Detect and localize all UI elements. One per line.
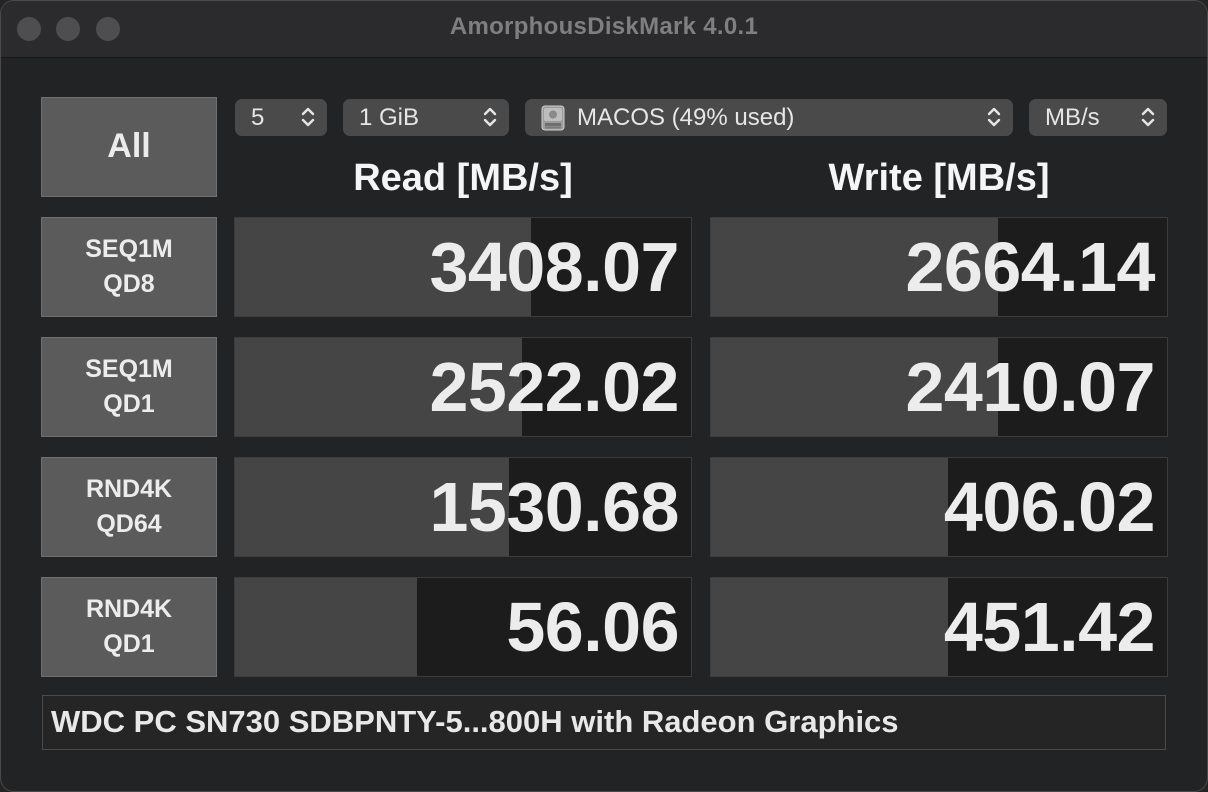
chevron-updown-icon: [987, 107, 1001, 127]
app-window: AmorphousDiskMark 4.0.1 All 5 1 GiB MACO…: [0, 0, 1208, 792]
write-result-cell: 2664.14: [710, 217, 1168, 317]
read-level-bar: [235, 578, 418, 676]
chevron-updown-icon: [301, 107, 315, 127]
read-result-cell: 2522.02: [234, 337, 692, 437]
write-value: 2410.07: [905, 348, 1155, 426]
read-value: 3408.07: [429, 228, 679, 306]
test-count-select[interactable]: 5: [235, 99, 327, 136]
test-label-line2: QD1: [103, 390, 155, 418]
write-level-bar: [711, 458, 949, 556]
test-size-select[interactable]: 1 GiB: [343, 99, 509, 136]
test-label-line2: QD8: [103, 270, 155, 298]
write-result-cell: 2410.07: [710, 337, 1168, 437]
write-value: 406.02: [943, 468, 1156, 546]
test-label-line1: RND4K: [85, 475, 173, 503]
write-value: 451.42: [943, 588, 1156, 666]
write-level-bar: [711, 578, 949, 676]
test-label-line1: RND4K: [85, 595, 173, 623]
drive-select[interactable]: MACOS (49% used): [525, 99, 1013, 136]
unit-value: MB/s: [1045, 103, 1100, 131]
test-label-line2: QD1: [103, 630, 155, 658]
test-label-line2: QD64: [96, 510, 162, 538]
hard-disk-icon: [541, 105, 565, 130]
read-value: 56.06: [506, 588, 679, 666]
run-all-label: All: [107, 127, 151, 166]
read-result-cell: 3408.07: [234, 217, 692, 317]
test-size-value: 1 GiB: [359, 103, 420, 131]
write-header: Write [MB/s]: [828, 157, 1050, 199]
chevron-updown-icon: [1141, 107, 1155, 127]
read-result-cell: 1530.68: [234, 457, 692, 557]
run-all-button[interactable]: All: [41, 97, 217, 197]
read-header: Read [MB/s]: [353, 157, 573, 199]
write-result-cell: 406.02: [710, 457, 1168, 557]
test-button-seq1m-qd8[interactable]: SEQ1M QD8: [41, 217, 217, 317]
chevron-updown-icon: [483, 107, 497, 127]
write-value: 2664.14: [905, 228, 1155, 306]
write-result-cell: 451.42: [710, 577, 1168, 677]
read-value: 1530.68: [429, 468, 679, 546]
test-button-seq1m-qd1[interactable]: SEQ1M QD1: [41, 337, 217, 437]
read-result-cell: 56.06: [234, 577, 692, 677]
window-title: AmorphousDiskMark 4.0.1: [449, 13, 759, 40]
test-label-line1: SEQ1M: [85, 235, 173, 263]
unit-select[interactable]: MB/s: [1029, 99, 1167, 136]
test-button-rnd4k-qd1[interactable]: RND4K QD1: [41, 577, 217, 677]
test-label-line1: SEQ1M: [85, 355, 173, 383]
title-bar: AmorphousDiskMark 4.0.1: [1, 1, 1207, 58]
test-button-rnd4k-qd64[interactable]: RND4K QD64: [41, 457, 217, 557]
drive-value: MACOS (49% used): [577, 103, 795, 131]
comment-field[interactable]: WDC PC SN730 SDBPNTY-5...800H with Radeo…: [42, 695, 1166, 750]
test-count-value: 5: [251, 103, 265, 131]
read-value: 2522.02: [429, 348, 679, 426]
